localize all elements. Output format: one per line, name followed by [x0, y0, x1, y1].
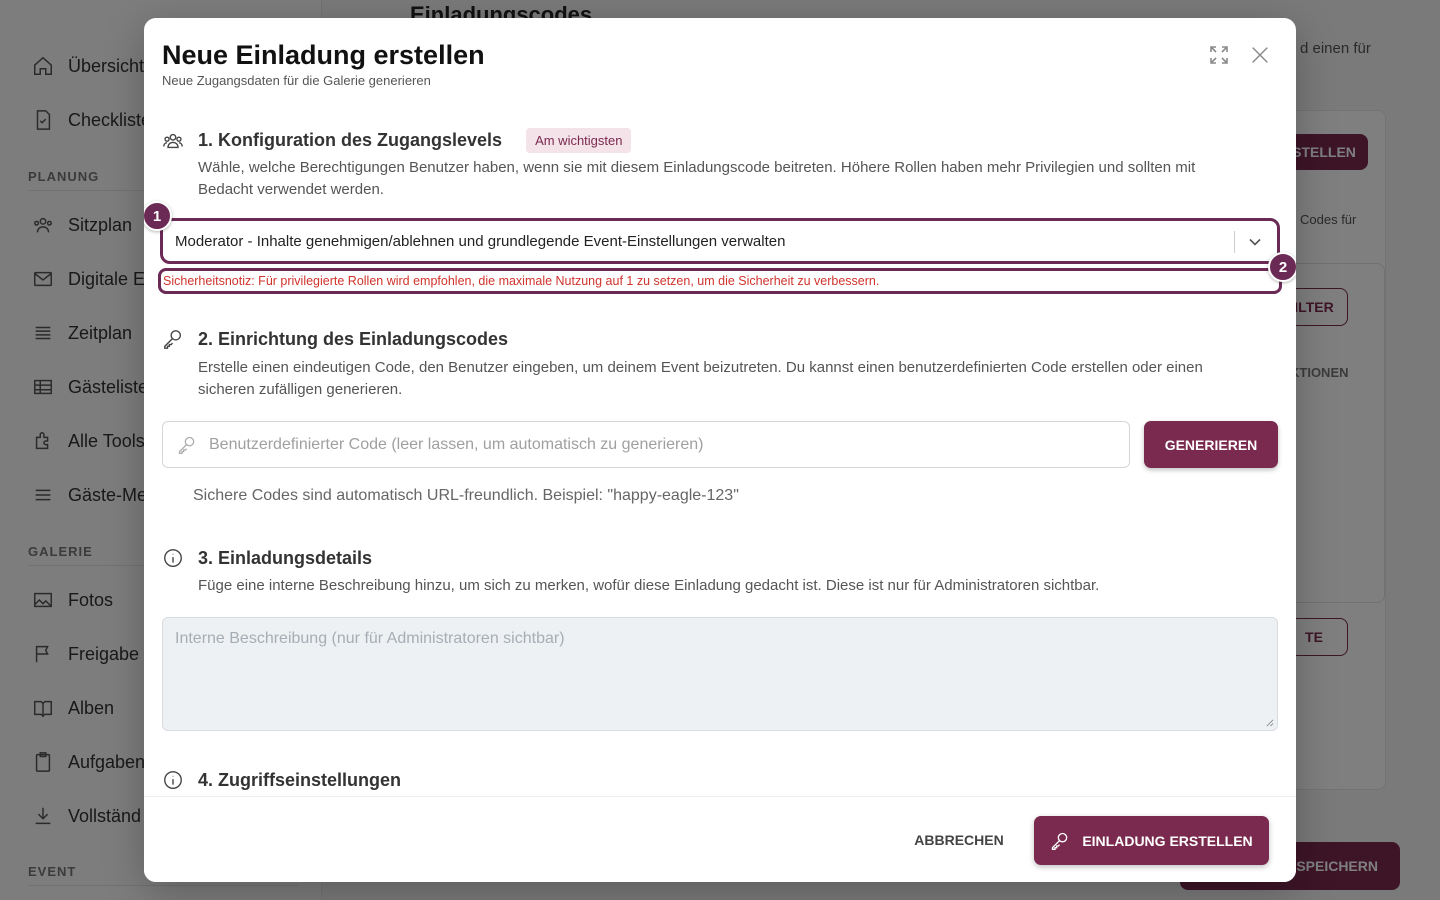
- custom-code-field[interactable]: [162, 421, 1130, 468]
- close-icon[interactable]: [1247, 42, 1273, 68]
- section-invite-details: 3. Einladungsdetails: [162, 547, 372, 569]
- expand-icon[interactable]: [1206, 42, 1232, 68]
- code-helper-text: Sichere Codes sind automatisch URL-freun…: [193, 487, 739, 504]
- section-access-settings: 4. Zugriffseinstellungen: [162, 769, 401, 791]
- select-separator: [1234, 231, 1235, 253]
- key-icon: [1052, 832, 1068, 850]
- generate-button[interactable]: GENERIEREN: [1144, 421, 1278, 468]
- section-description: Füge eine interne Beschreibung hinzu, um…: [198, 577, 1100, 594]
- section-invite-code: 2. Einrichtung des Einladungscodes: [162, 328, 508, 350]
- internal-description-input[interactable]: [175, 630, 1265, 718]
- key-icon: [178, 436, 195, 454]
- section-description: Wähle, welche Berechtigungen Benutzer ha…: [198, 159, 1196, 198]
- section-description: Erstelle einen eindeutigen Code, den Ben…: [198, 359, 1203, 398]
- section-title: 2. Einrichtung des Einladungscodes: [198, 328, 509, 349]
- section-title: 4. Zugriffseinstellungen: [198, 769, 402, 790]
- priority-badge: Am wichtigsten: [526, 128, 632, 153]
- users-icon: [163, 133, 183, 148]
- section-title: 1. Konfiguration des Zugangslevels: [198, 130, 503, 150]
- custom-code-input[interactable]: [209, 435, 1109, 454]
- info-icon: [164, 771, 182, 789]
- new-invite-dialog: Neue Einladung erstellen Neue Zugangsdat…: [144, 18, 1296, 882]
- resize-handle-icon[interactable]: [1265, 718, 1274, 727]
- annotation-marker-2: 2: [1268, 252, 1296, 282]
- info-icon: [164, 549, 182, 567]
- section-access-level: 1. Konfiguration des Zugangslevels Am wi…: [162, 128, 632, 153]
- section-title: 3. Einladungsdetails: [198, 547, 373, 568]
- dialog-footer: ABBRECHEN EINLADUNG ERSTELLEN: [144, 796, 1296, 882]
- dialog-title: Neue Einladung erstellen: [162, 40, 485, 70]
- create-button-label: EINLADUNG ERSTELLEN: [1082, 832, 1253, 849]
- chevron-down-icon[interactable]: [1245, 232, 1265, 256]
- cancel-button[interactable]: ABBRECHEN: [904, 827, 1014, 853]
- role-select-value: Moderator - Inhalte genehmigen/ablehnen …: [175, 232, 786, 250]
- create-invite-submit-button[interactable]: EINLADUNG ERSTELLEN: [1034, 816, 1269, 865]
- key-icon: [164, 330, 182, 349]
- dialog-subtitle: Neue Zugangsdaten für die Galerie generi…: [162, 73, 431, 88]
- security-notice: Sicherheitsnotiz: Für privilegierte Roll…: [158, 268, 1282, 294]
- role-select[interactable]: Moderator - Inhalte genehmigen/ablehnen …: [160, 218, 1280, 264]
- internal-description-field[interactable]: [162, 617, 1278, 731]
